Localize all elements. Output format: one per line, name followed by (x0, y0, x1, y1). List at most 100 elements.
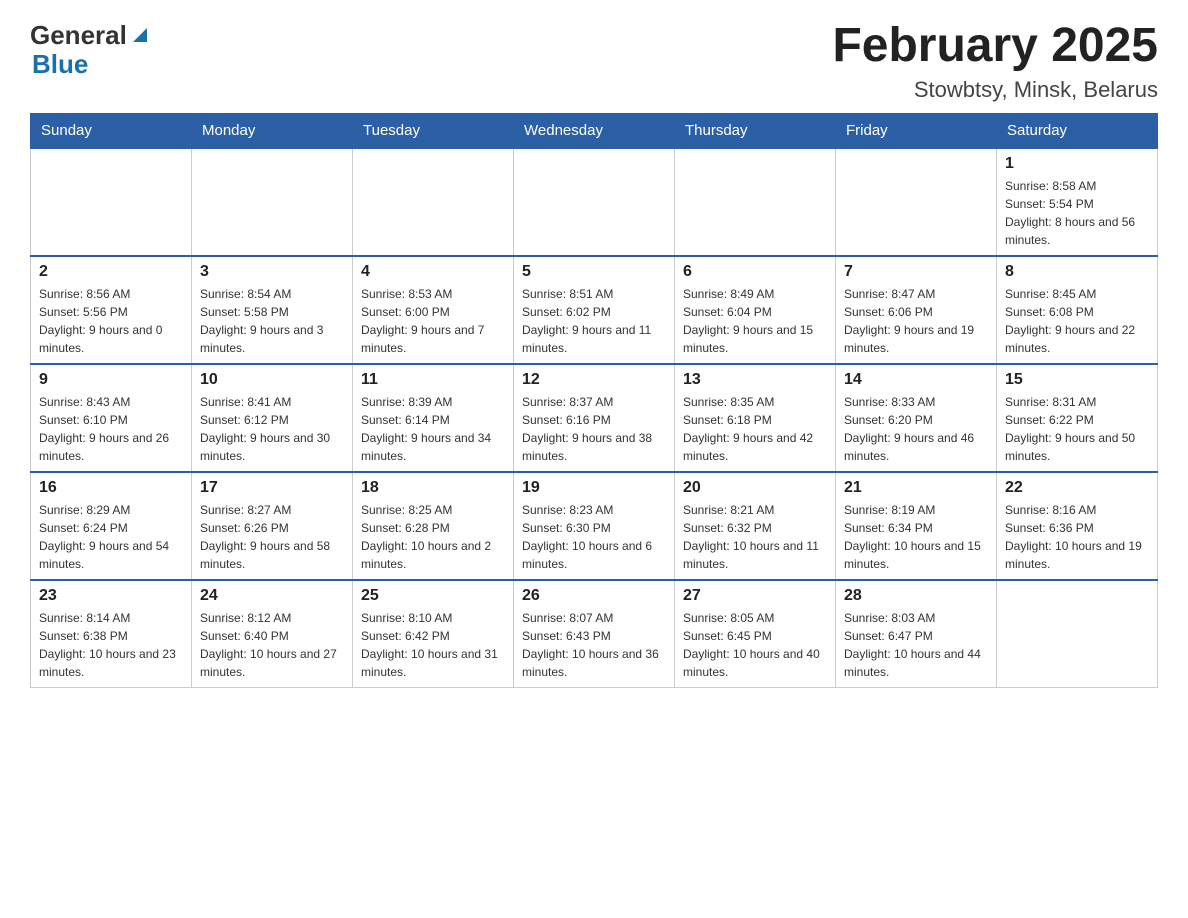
day-info: Sunrise: 8:35 AM Sunset: 6:18 PM Dayligh… (683, 393, 827, 465)
calendar-day-cell: 7 Sunrise: 8:47 AM Sunset: 6:06 PM Daylig… (836, 256, 997, 364)
calendar-day-cell (31, 148, 192, 256)
calendar-week-row: 16 Sunrise: 8:29 AM Sunset: 6:24 PM Dayli… (31, 472, 1158, 580)
calendar-day-cell: 1 Sunrise: 8:58 AM Sunset: 5:54 PM Daylig… (997, 148, 1158, 256)
day-info: Sunrise: 8:37 AM Sunset: 6:16 PM Dayligh… (522, 393, 666, 465)
calendar-day-cell (353, 148, 514, 256)
day-info: Sunrise: 8:43 AM Sunset: 6:10 PM Dayligh… (39, 393, 183, 465)
day-info: Sunrise: 8:25 AM Sunset: 6:28 PM Dayligh… (361, 501, 505, 573)
day-info: Sunrise: 8:23 AM Sunset: 6:30 PM Dayligh… (522, 501, 666, 573)
day-info: Sunrise: 8:58 AM Sunset: 5:54 PM Dayligh… (1005, 177, 1149, 249)
calendar-day-cell: 15 Sunrise: 8:31 AM Sunset: 6:22 PM Dayli… (997, 364, 1158, 472)
day-number: 11 (361, 371, 505, 389)
day-number: 1 (1005, 155, 1149, 173)
calendar-day-header: Tuesday (353, 113, 514, 148)
day-info: Sunrise: 8:16 AM Sunset: 6:36 PM Dayligh… (1005, 501, 1149, 573)
day-number: 27 (683, 587, 827, 605)
calendar-week-row: 23 Sunrise: 8:14 AM Sunset: 6:38 PM Dayli… (31, 580, 1158, 688)
calendar-day-cell: 2 Sunrise: 8:56 AM Sunset: 5:56 PM Daylig… (31, 256, 192, 364)
calendar-day-cell: 8 Sunrise: 8:45 AM Sunset: 6:08 PM Daylig… (997, 256, 1158, 364)
day-number: 9 (39, 371, 183, 389)
day-number: 26 (522, 587, 666, 605)
calendar-week-row: 1 Sunrise: 8:58 AM Sunset: 5:54 PM Daylig… (31, 148, 1158, 256)
calendar-day-header: Friday (836, 113, 997, 148)
calendar-day-header: Thursday (675, 113, 836, 148)
day-info: Sunrise: 8:12 AM Sunset: 6:40 PM Dayligh… (200, 609, 344, 681)
day-info: Sunrise: 8:05 AM Sunset: 6:45 PM Dayligh… (683, 609, 827, 681)
calendar-day-cell: 23 Sunrise: 8:14 AM Sunset: 6:38 PM Dayli… (31, 580, 192, 688)
day-info: Sunrise: 8:45 AM Sunset: 6:08 PM Dayligh… (1005, 285, 1149, 357)
day-number: 2 (39, 263, 183, 281)
calendar-day-cell: 18 Sunrise: 8:25 AM Sunset: 6:28 PM Dayli… (353, 472, 514, 580)
calendar-day-cell: 9 Sunrise: 8:43 AM Sunset: 6:10 PM Daylig… (31, 364, 192, 472)
day-number: 8 (1005, 263, 1149, 281)
calendar-day-cell: 4 Sunrise: 8:53 AM Sunset: 6:00 PM Daylig… (353, 256, 514, 364)
calendar-day-cell: 6Sunrise: 8:49 AM Sunset: 6:04 PM Daylig… (675, 256, 836, 364)
calendar-day-cell: 12 Sunrise: 8:37 AM Sunset: 6:16 PM Dayli… (514, 364, 675, 472)
day-info: Sunrise: 8:53 AM Sunset: 6:00 PM Dayligh… (361, 285, 505, 357)
logo-text-blue: Blue (32, 49, 88, 79)
day-info: Sunrise: 8:33 AM Sunset: 6:20 PM Dayligh… (844, 393, 988, 465)
day-number: 25 (361, 587, 505, 605)
day-number: 20 (683, 479, 827, 497)
day-number: 24 (200, 587, 344, 605)
page-header: General Blue February 2025 Stowbtsy, Min… (30, 20, 1158, 103)
calendar-header-row: SundayMondayTuesdayWednesdayThursdayFrid… (31, 113, 1158, 148)
day-info: Sunrise: 8:19 AM Sunset: 6:34 PM Dayligh… (844, 501, 988, 573)
day-number: 3 (200, 263, 344, 281)
day-number: 15 (1005, 371, 1149, 389)
calendar-day-cell (836, 148, 997, 256)
calendar-day-cell (675, 148, 836, 256)
day-info: Sunrise: 8:49 AM Sunset: 6:04 PM Dayligh… (683, 285, 827, 357)
calendar-day-cell: 20Sunrise: 8:21 AM Sunset: 6:32 PM Dayli… (675, 472, 836, 580)
day-info: Sunrise: 8:27 AM Sunset: 6:26 PM Dayligh… (200, 501, 344, 573)
calendar-day-cell: 26 Sunrise: 8:07 AM Sunset: 6:43 PM Dayli… (514, 580, 675, 688)
day-number: 14 (844, 371, 988, 389)
day-number: 4 (361, 263, 505, 281)
day-number: 22 (1005, 479, 1149, 497)
day-info: Sunrise: 8:47 AM Sunset: 6:06 PM Dayligh… (844, 285, 988, 357)
day-number: 19 (522, 479, 666, 497)
title-block: February 2025 Stowbtsy, Minsk, Belarus (832, 20, 1158, 103)
day-number: 10 (200, 371, 344, 389)
day-number: 16 (39, 479, 183, 497)
day-info: Sunrise: 8:07 AM Sunset: 6:43 PM Dayligh… (522, 609, 666, 681)
calendar-day-cell (997, 580, 1158, 688)
day-number: 23 (39, 587, 183, 605)
logo-text-general: General (30, 20, 127, 51)
calendar-week-row: 9 Sunrise: 8:43 AM Sunset: 6:10 PM Daylig… (31, 364, 1158, 472)
calendar-day-cell: 13Sunrise: 8:35 AM Sunset: 6:18 PM Dayli… (675, 364, 836, 472)
day-info: Sunrise: 8:31 AM Sunset: 6:22 PM Dayligh… (1005, 393, 1149, 465)
calendar-day-header: Monday (192, 113, 353, 148)
calendar-day-header: Sunday (31, 113, 192, 148)
calendar-table: SundayMondayTuesdayWednesdayThursdayFrid… (30, 113, 1158, 688)
calendar-day-cell: 10 Sunrise: 8:41 AM Sunset: 6:12 PM Dayli… (192, 364, 353, 472)
day-number: 17 (200, 479, 344, 497)
day-number: 21 (844, 479, 988, 497)
day-number: 7 (844, 263, 988, 281)
day-info: Sunrise: 8:54 AM Sunset: 5:58 PM Dayligh… (200, 285, 344, 357)
day-info: Sunrise: 8:10 AM Sunset: 6:42 PM Dayligh… (361, 609, 505, 681)
calendar-day-cell: 3 Sunrise: 8:54 AM Sunset: 5:58 PM Daylig… (192, 256, 353, 364)
day-info: Sunrise: 8:29 AM Sunset: 6:24 PM Dayligh… (39, 501, 183, 573)
calendar-day-header: Saturday (997, 113, 1158, 148)
day-info: Sunrise: 8:39 AM Sunset: 6:14 PM Dayligh… (361, 393, 505, 465)
day-info: Sunrise: 8:56 AM Sunset: 5:56 PM Dayligh… (39, 285, 183, 357)
day-number: 12 (522, 371, 666, 389)
calendar-week-row: 2 Sunrise: 8:56 AM Sunset: 5:56 PM Daylig… (31, 256, 1158, 364)
calendar-day-cell: 17 Sunrise: 8:27 AM Sunset: 6:26 PM Dayli… (192, 472, 353, 580)
calendar-day-cell: 28Sunrise: 8:03 AM Sunset: 6:47 PM Dayli… (836, 580, 997, 688)
calendar-day-cell: 16 Sunrise: 8:29 AM Sunset: 6:24 PM Dayli… (31, 472, 192, 580)
day-number: 18 (361, 479, 505, 497)
calendar-day-cell: 11 Sunrise: 8:39 AM Sunset: 6:14 PM Dayli… (353, 364, 514, 472)
logo: General Blue (30, 20, 151, 80)
calendar-day-cell (514, 148, 675, 256)
calendar-day-header: Wednesday (514, 113, 675, 148)
calendar-day-cell: 21 Sunrise: 8:19 AM Sunset: 6:34 PM Dayli… (836, 472, 997, 580)
logo-triangle-icon (129, 24, 151, 46)
calendar-day-cell: 5Sunrise: 8:51 AM Sunset: 6:02 PM Daylig… (514, 256, 675, 364)
calendar-day-cell: 25 Sunrise: 8:10 AM Sunset: 6:42 PM Dayli… (353, 580, 514, 688)
day-info: Sunrise: 8:41 AM Sunset: 6:12 PM Dayligh… (200, 393, 344, 465)
day-info: Sunrise: 8:51 AM Sunset: 6:02 PM Dayligh… (522, 285, 666, 357)
calendar-day-cell: 14 Sunrise: 8:33 AM Sunset: 6:20 PM Dayli… (836, 364, 997, 472)
day-info: Sunrise: 8:14 AM Sunset: 6:38 PM Dayligh… (39, 609, 183, 681)
